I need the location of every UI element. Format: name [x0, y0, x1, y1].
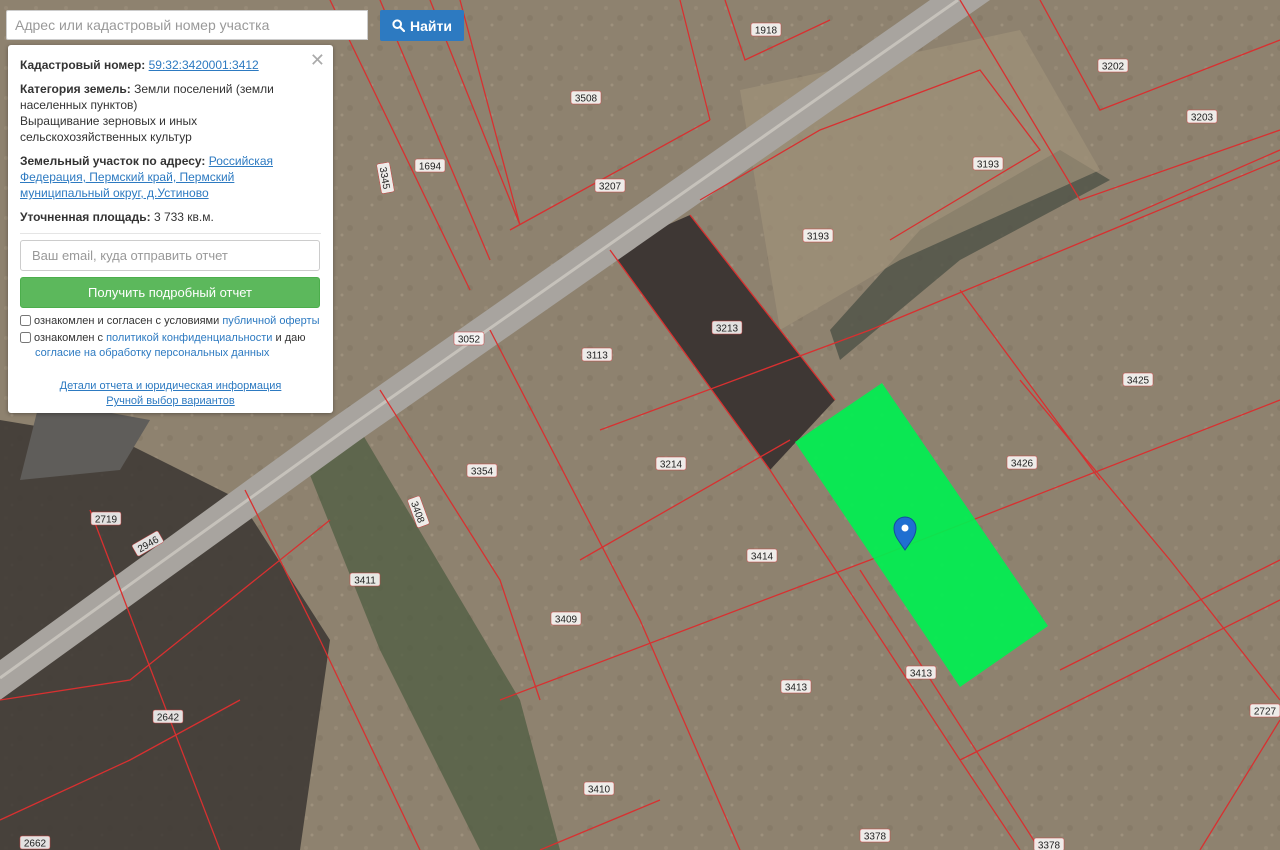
svg-text:3354: 3354: [471, 467, 494, 478]
parcel-number-label: 3193: [972, 156, 1004, 171]
area-row: Уточненная площадь: 3 733 кв.м.: [20, 209, 321, 225]
area-value: 3 733 кв.м.: [153, 210, 214, 224]
parcel-number-label: 3202: [1097, 58, 1129, 73]
svg-text:3413: 3413: [910, 669, 933, 680]
parcel-number-label: 3378: [1033, 837, 1065, 850]
svg-text:3426: 3426: [1011, 459, 1034, 470]
cadastral-label: Кадастровый номер:: [20, 58, 146, 72]
footer-links: Детали отчета и юридическая информация Р…: [20, 379, 321, 409]
svg-text:3193: 3193: [807, 232, 830, 243]
parcel-number-label: 3411: [349, 572, 381, 587]
close-icon[interactable]: ✕: [310, 51, 325, 69]
parcel-info-panel: ✕ Кадастровый номер: 59:32:3420001:3412 …: [8, 45, 333, 413]
address-label: Земельный участок по адресу:: [20, 154, 206, 168]
parcel-number-label: 3207: [594, 178, 626, 193]
svg-text:3214: 3214: [660, 460, 683, 471]
category-row: Категория земель: Земли поселений (земли…: [20, 81, 321, 145]
parcel-number-label: 3413: [905, 665, 937, 680]
address-row: Земельный участок по адресу: Российская …: [20, 153, 321, 201]
search-bar: Найти: [6, 10, 464, 41]
parcel-number-label: 3203: [1186, 109, 1218, 124]
search-button-label: Найти: [410, 17, 452, 34]
parcel-number-label: 3414: [746, 548, 778, 563]
cadastral-row: Кадастровый номер: 59:32:3420001:3412: [20, 57, 321, 73]
parcel-number-label: 3425: [1122, 372, 1154, 387]
svg-text:3410: 3410: [588, 785, 611, 796]
svg-text:3207: 3207: [599, 182, 622, 193]
parcel-number-label: 2662: [19, 835, 51, 850]
personal-data-link[interactable]: согласие на обработку персональных данны…: [35, 347, 269, 359]
svg-text:1694: 1694: [419, 162, 442, 173]
consent-offer-row: ознакомлен и согласен с условиями публич…: [20, 314, 321, 329]
parcel-number-label: 3378: [859, 828, 891, 843]
category-label: Категория земель:: [20, 82, 131, 96]
svg-text:3508: 3508: [575, 94, 598, 105]
parcel-number-label: 3113: [581, 347, 613, 362]
parcel-number-label: 3410: [583, 781, 615, 796]
parcel-number-label: 2642: [152, 709, 184, 724]
parcel-number-label: 1694: [414, 158, 446, 173]
parcel-number-label: 1918: [750, 22, 782, 37]
svg-text:3203: 3203: [1191, 113, 1214, 124]
manual-selection-link[interactable]: Ручной выбор вариантов: [106, 395, 234, 407]
svg-text:3052: 3052: [458, 335, 481, 346]
svg-text:1918: 1918: [755, 26, 778, 37]
svg-text:2642: 2642: [157, 713, 180, 724]
search-input[interactable]: [6, 10, 368, 40]
area-label: Уточненная площадь:: [20, 210, 151, 224]
cadastral-number-link[interactable]: 59:32:3420001:3412: [149, 58, 259, 72]
parcel-number-label: 3508: [570, 90, 602, 105]
svg-text:3202: 3202: [1102, 62, 1125, 73]
parcel-number-label: 3426: [1006, 455, 1038, 470]
consent-privacy-row: ознакомлен с политикой конфиденциальност…: [20, 331, 321, 361]
consent-privacy-checkbox[interactable]: [20, 332, 31, 343]
search-icon: [392, 19, 405, 32]
svg-text:3425: 3425: [1127, 376, 1150, 387]
privacy-policy-link[interactable]: политикой конфиденциальности: [106, 332, 272, 344]
consent-privacy-text: ознакомлен с: [34, 332, 107, 344]
parcel-number-label: 2727: [1249, 703, 1280, 718]
email-field[interactable]: [20, 240, 320, 271]
parcel-number-label: 2719: [90, 511, 122, 526]
parcel-number-label: 3409: [550, 611, 582, 626]
parcel-number-label: 3052: [453, 331, 485, 346]
svg-text:3409: 3409: [555, 615, 578, 626]
svg-text:2727: 2727: [1254, 707, 1277, 718]
svg-text:3378: 3378: [864, 832, 887, 843]
svg-text:2662: 2662: [24, 839, 47, 850]
svg-text:3411: 3411: [354, 576, 376, 587]
consent-offer-checkbox[interactable]: [20, 315, 31, 326]
consent-offer-text: ознакомлен и согласен с условиями: [34, 315, 223, 327]
public-offer-link[interactable]: публичной оферты: [222, 315, 319, 327]
svg-text:3413: 3413: [785, 683, 808, 694]
svg-text:3414: 3414: [751, 552, 774, 563]
svg-text:3213: 3213: [716, 324, 739, 335]
svg-text:2719: 2719: [95, 515, 118, 526]
parcel-number-label: 3193: [802, 228, 834, 243]
svg-text:3378: 3378: [1038, 841, 1061, 850]
svg-text:3193: 3193: [977, 160, 1000, 171]
svg-text:3113: 3113: [586, 351, 608, 362]
usage-value: Выращивание зерновых и иных сельскохозяй…: [20, 114, 198, 144]
parcel-number-label: 3213: [711, 320, 743, 335]
consent-privacy-mid: и даю: [272, 332, 306, 344]
details-link[interactable]: Детали отчета и юридическая информация: [60, 380, 282, 392]
parcel-number-label: 3214: [655, 456, 687, 471]
get-report-button[interactable]: Получить подробный отчет: [20, 277, 320, 308]
parcel-number-label: 3413: [780, 679, 812, 694]
parcel-number-label: 3354: [466, 463, 498, 478]
search-button[interactable]: Найти: [380, 10, 464, 41]
divider: [20, 233, 321, 234]
